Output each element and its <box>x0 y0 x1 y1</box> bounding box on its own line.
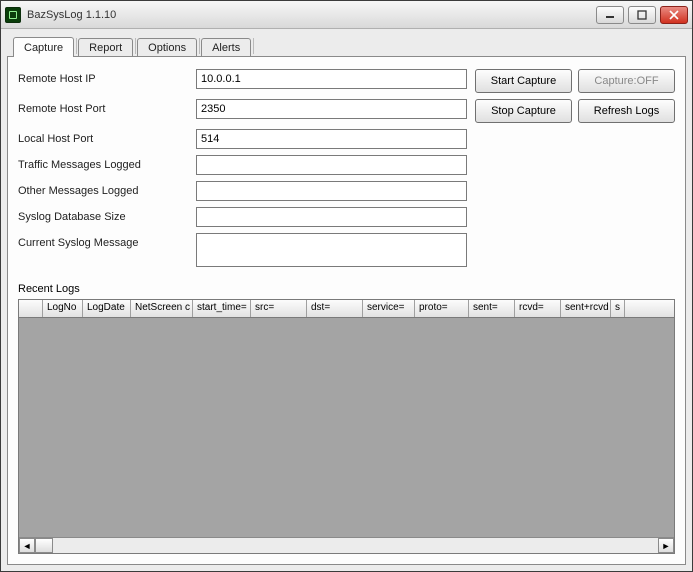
capture-off-button[interactable]: Capture:OFF <box>578 69 675 93</box>
table-column-header[interactable]: src= <box>251 300 307 317</box>
horizontal-scrollbar[interactable]: ◄ ► <box>19 537 674 553</box>
label-current-msg: Current Syslog Message <box>18 233 188 267</box>
table-column-header[interactable]: rcvd= <box>515 300 561 317</box>
input-other-logged[interactable] <box>196 181 467 201</box>
input-remote-host-ip[interactable] <box>196 69 467 89</box>
table-column-header[interactable]: service= <box>363 300 415 317</box>
input-local-host-port[interactable] <box>196 129 467 149</box>
table-body <box>19 318 674 537</box>
input-remote-host-port[interactable] <box>196 99 467 119</box>
textarea-current-msg[interactable] <box>196 233 467 267</box>
start-capture-button[interactable]: Start Capture <box>475 69 572 93</box>
input-traffic-logged[interactable] <box>196 155 467 175</box>
label-traffic-logged: Traffic Messages Logged <box>18 155 188 175</box>
table-column-header[interactable]: sent= <box>469 300 515 317</box>
refresh-logs-button[interactable]: Refresh Logs <box>578 99 675 123</box>
table-column-header[interactable]: sent+rcvd <box>561 300 611 317</box>
label-local-host-port: Local Host Port <box>18 129 188 149</box>
tab-alerts[interactable]: Alerts <box>201 38 251 57</box>
minimize-button[interactable] <box>596 6 624 24</box>
stop-capture-button[interactable]: Stop Capture <box>475 99 572 123</box>
form-area: Remote Host IP Start Capture Capture:OFF… <box>18 69 675 295</box>
scroll-right-button[interactable]: ► <box>658 538 674 553</box>
label-recent-logs: Recent Logs <box>18 273 188 295</box>
tab-capture[interactable]: Capture <box>13 37 74 57</box>
table-column-header[interactable] <box>19 300 43 317</box>
maximize-button[interactable] <box>628 6 656 24</box>
table-header[interactable]: LogNoLogDateNetScreen cstart_time=src=ds… <box>19 300 674 318</box>
titlebar[interactable]: BazSysLog 1.1.10 <box>1 1 692 29</box>
table-column-header[interactable]: proto= <box>415 300 469 317</box>
scroll-track[interactable] <box>35 538 658 553</box>
scroll-left-button[interactable]: ◄ <box>19 538 35 553</box>
app-window: BazSysLog 1.1.10 Capture Report Options … <box>0 0 693 572</box>
close-button[interactable] <box>660 6 688 24</box>
label-remote-host-port: Remote Host Port <box>18 99 188 123</box>
tab-options[interactable]: Options <box>137 38 197 57</box>
window-controls <box>596 6 688 24</box>
table-column-header[interactable]: NetScreen c <box>131 300 193 317</box>
recent-logs-table[interactable]: LogNoLogDateNetScreen cstart_time=src=ds… <box>18 299 675 554</box>
tabstrip: Capture Report Options Alerts <box>7 35 686 57</box>
close-icon <box>669 10 679 20</box>
scroll-thumb[interactable] <box>35 538 53 553</box>
table-column-header[interactable]: dst= <box>307 300 363 317</box>
table-column-header[interactable]: LogNo <box>43 300 83 317</box>
app-icon <box>5 7 21 23</box>
table-column-header[interactable]: s <box>611 300 625 317</box>
window-title: BazSysLog 1.1.10 <box>27 9 116 21</box>
label-remote-host-ip: Remote Host IP <box>18 69 188 93</box>
minimize-icon <box>605 10 615 20</box>
tab-report[interactable]: Report <box>78 38 133 57</box>
table-column-header[interactable]: start_time= <box>193 300 251 317</box>
tab-page-capture: Remote Host IP Start Capture Capture:OFF… <box>7 56 686 565</box>
label-other-logged: Other Messages Logged <box>18 181 188 201</box>
maximize-icon <box>637 10 647 20</box>
table-column-header[interactable]: LogDate <box>83 300 131 317</box>
label-db-size: Syslog Database Size <box>18 207 188 227</box>
client-area: Capture Report Options Alerts Remote Hos… <box>1 29 692 571</box>
input-db-size[interactable] <box>196 207 467 227</box>
